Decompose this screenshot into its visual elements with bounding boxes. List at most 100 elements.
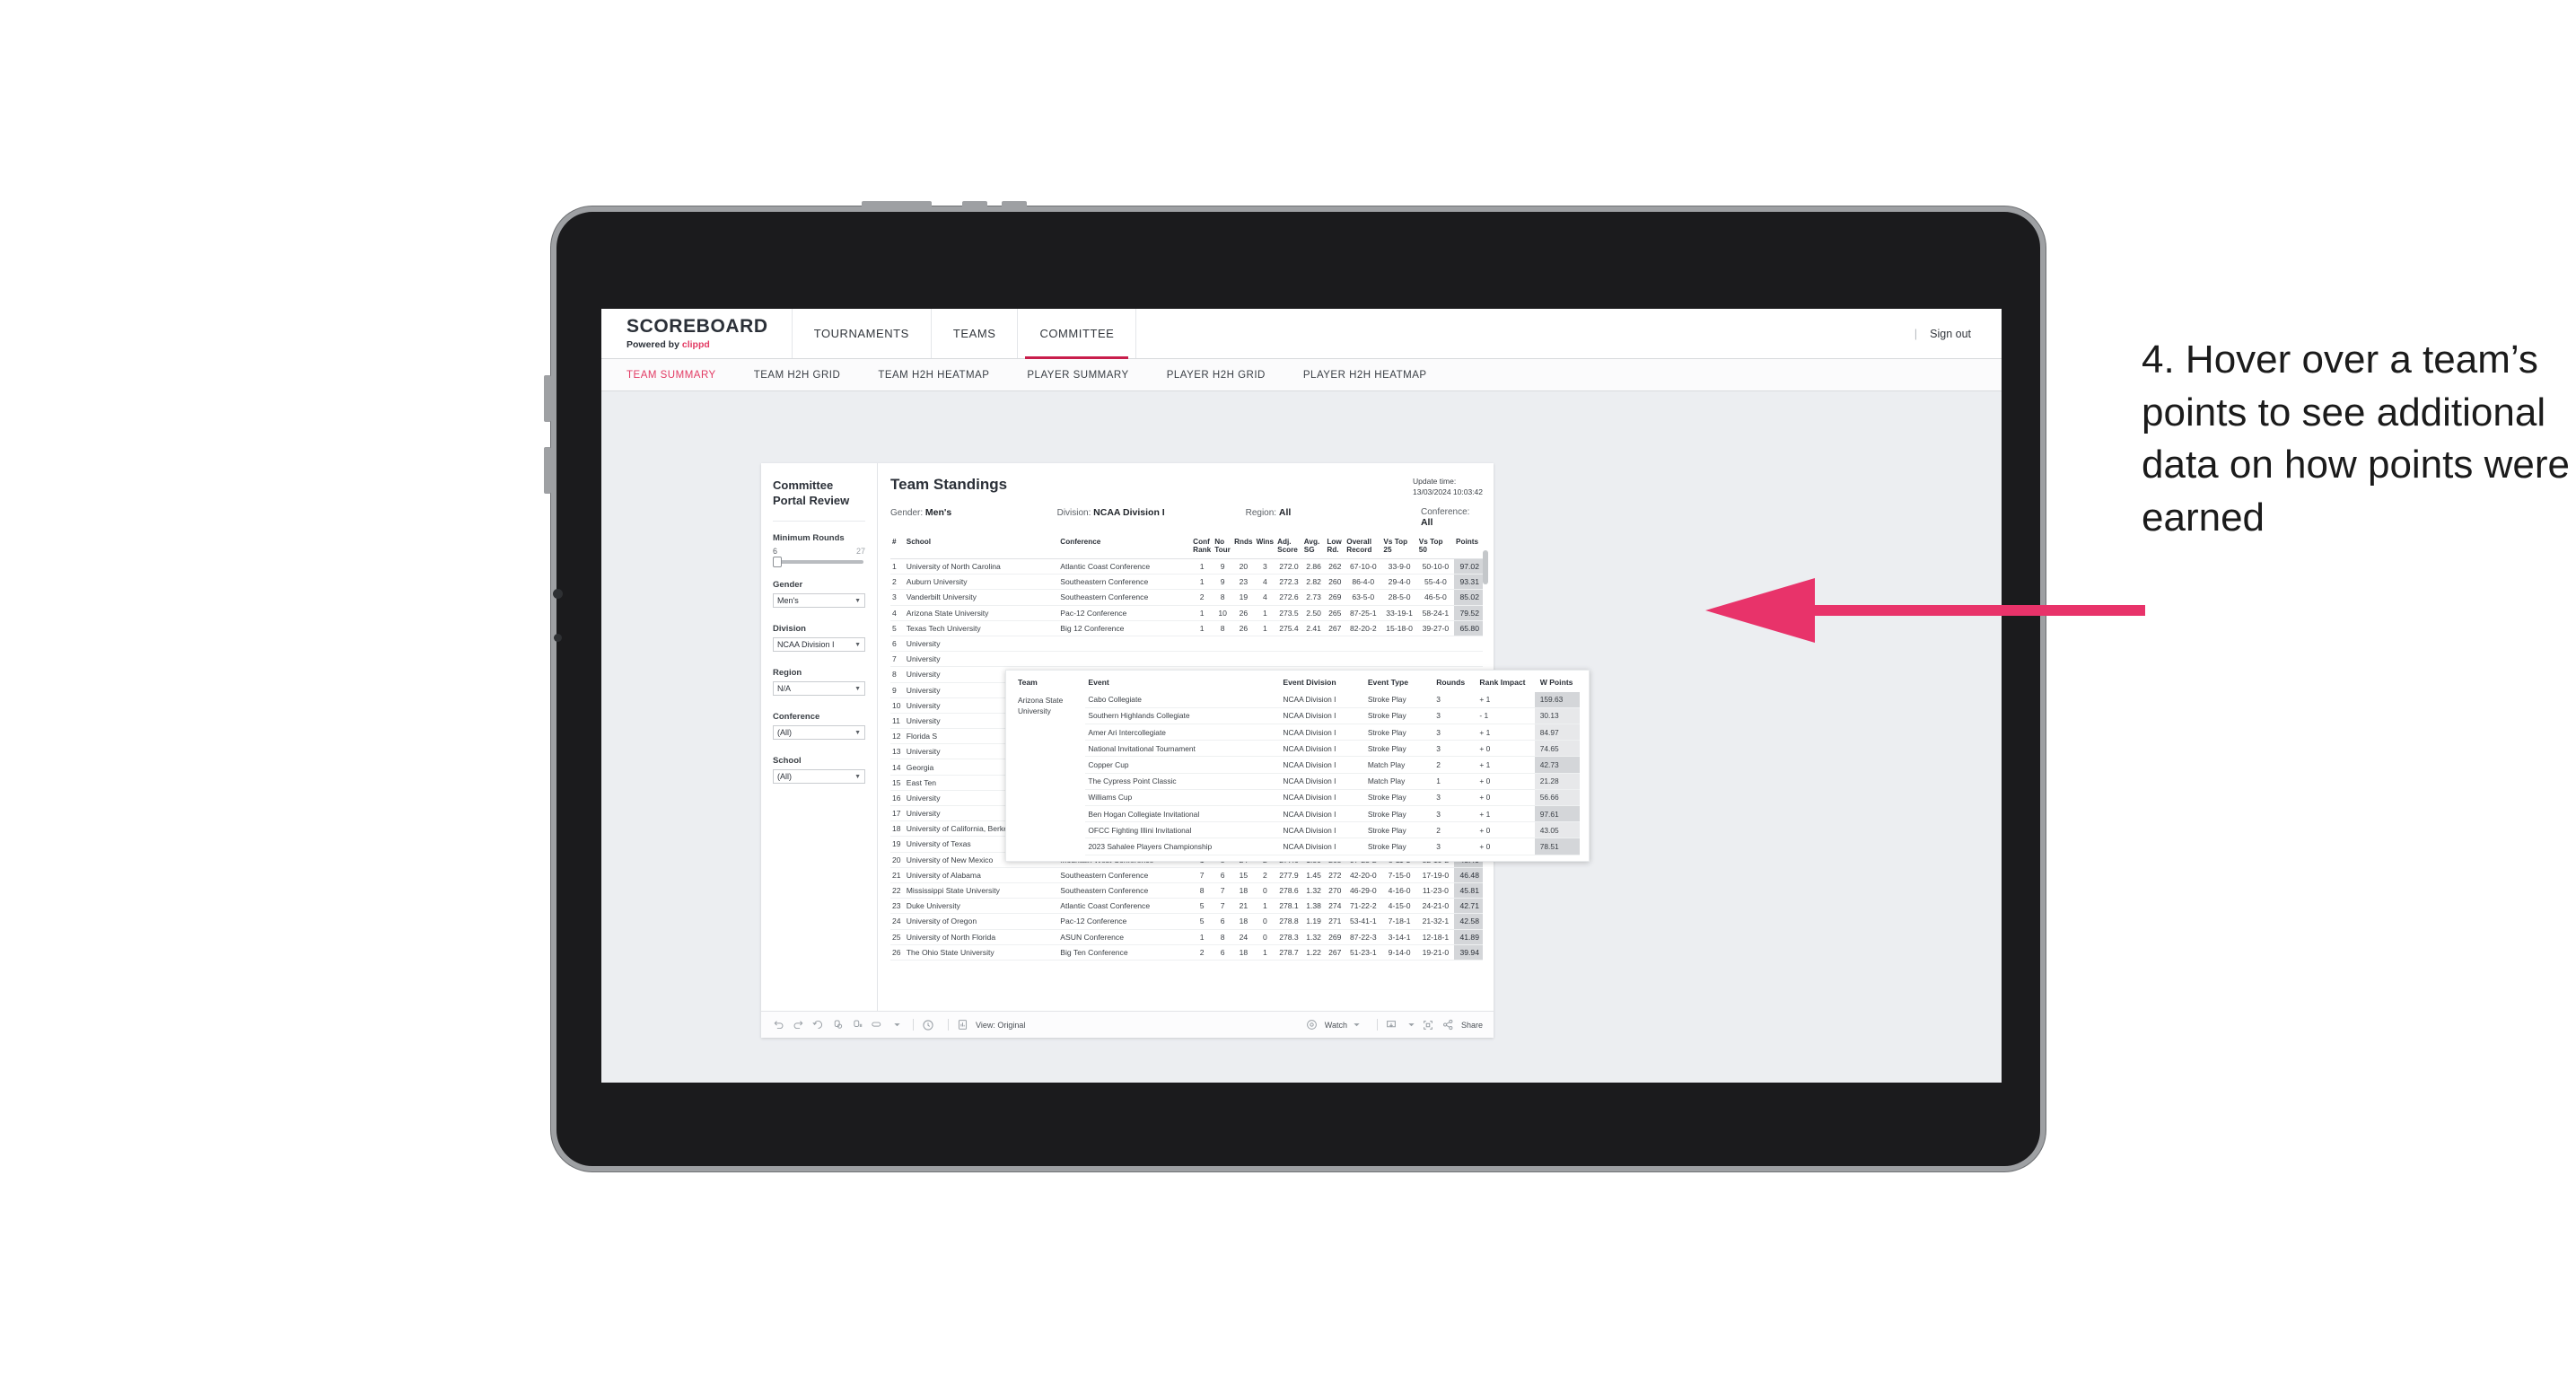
standings-col-header[interactable]: Rnds bbox=[1232, 537, 1255, 559]
filter-gender: Gender Men's ▼ bbox=[773, 580, 865, 609]
standings-cell-points[interactable]: 65.80 bbox=[1454, 620, 1483, 636]
standings-col-header[interactable]: Overall Record bbox=[1345, 537, 1382, 559]
standings-cell-avg_sg: 1.38 bbox=[1301, 898, 1326, 915]
standings-cell-points[interactable]: 85.02 bbox=[1454, 589, 1483, 606]
view-original-label[interactable]: View: Original bbox=[976, 1021, 1025, 1030]
tab-player-h2h-heatmap[interactable]: PLAYER H2H HEATMAP bbox=[1303, 370, 1427, 381]
division-value: NCAA Division I bbox=[777, 640, 835, 650]
standings-cell-no_tour: 6 bbox=[1213, 867, 1233, 883]
tab-team-h2h-heatmap[interactable]: TEAM H2H HEATMAP bbox=[878, 370, 989, 381]
volume-down-button[interactable] bbox=[544, 447, 551, 494]
fullscreen-icon[interactable] bbox=[1422, 1018, 1435, 1031]
standings-cell-points[interactable]: 93.31 bbox=[1454, 574, 1483, 591]
conference-select[interactable]: (All) ▼ bbox=[773, 725, 865, 741]
slider-thumb[interactable] bbox=[773, 557, 782, 568]
pause-data-icon[interactable] bbox=[851, 1018, 864, 1031]
standings-cell-vs50: 55-4-0 bbox=[1416, 574, 1454, 591]
table-row[interactable]: 5 Texas Tech University Big 12 Conference 1… bbox=[890, 620, 1483, 636]
standings-cell-conf_rank bbox=[1191, 636, 1214, 653]
standings-col-header[interactable]: School bbox=[904, 537, 1059, 559]
standings-cell-rank: 1 bbox=[890, 558, 905, 575]
standings-cell-points[interactable]: 46.48 bbox=[1454, 867, 1483, 883]
redo-icon[interactable] bbox=[792, 1018, 805, 1031]
table-row[interactable]: 7 University bbox=[890, 651, 1483, 668]
refresh-data-icon[interactable] bbox=[831, 1018, 845, 1031]
tooltip-cell-event: National Invitational Tournament bbox=[1085, 740, 1281, 758]
share-icon[interactable] bbox=[1441, 1018, 1455, 1031]
standings-cell-overall bbox=[1345, 651, 1382, 668]
standings-col-header[interactable]: Low Rd. bbox=[1325, 537, 1345, 559]
table-row[interactable]: 3 Vanderbilt University Southeastern Confe… bbox=[890, 589, 1483, 606]
table-row[interactable]: 22 Mississippi State University Southeaste… bbox=[890, 882, 1483, 899]
table-row[interactable]: 23 Duke University Atlantic Coast Conferen… bbox=[890, 898, 1483, 915]
chevron-down-icon[interactable] bbox=[890, 1018, 904, 1031]
watch-icon[interactable] bbox=[1305, 1018, 1319, 1031]
division-select[interactable]: NCAA Division I ▼ bbox=[773, 637, 865, 653]
standings-col-header[interactable]: Points bbox=[1454, 537, 1483, 559]
standings-cell-points[interactable]: 41.89 bbox=[1454, 929, 1483, 945]
power-button[interactable] bbox=[862, 201, 932, 208]
standings-col-header[interactable]: Conference bbox=[1058, 537, 1192, 559]
standings-col-header[interactable]: # bbox=[890, 537, 905, 559]
table-row[interactable]: 24 University of Oregon Pac-12 Conference 5… bbox=[890, 913, 1483, 930]
tooltip-cell-rounds: 3 bbox=[1433, 838, 1477, 855]
standings-cell-points[interactable]: 42.58 bbox=[1454, 913, 1483, 930]
standings-cell-points[interactable]: 42.71 bbox=[1454, 898, 1483, 915]
download-icon[interactable] bbox=[1385, 1018, 1398, 1031]
tab-player-h2h-grid[interactable]: PLAYER H2H GRID bbox=[1167, 370, 1266, 381]
standings-col-header[interactable]: Avg. SG bbox=[1301, 537, 1326, 559]
standings-col-header[interactable]: Vs Top 50 bbox=[1416, 537, 1454, 559]
standings-cell-points[interactable]: 79.52 bbox=[1454, 605, 1483, 621]
standings-cell-conf_rank: 5 bbox=[1191, 913, 1214, 930]
region-select[interactable]: N/A ▼ bbox=[773, 681, 865, 697]
signout-link[interactable]: Sign out bbox=[1930, 328, 1971, 340]
standings-cell-overall: 51-23-1 bbox=[1345, 944, 1382, 961]
nav-item-committee[interactable]: COMMITTEE bbox=[1018, 309, 1137, 359]
standings-cell-points[interactable]: 45.81 bbox=[1454, 882, 1483, 899]
standings-cell-wins: 0 bbox=[1254, 913, 1276, 930]
standings-cell-rank: 21 bbox=[890, 867, 905, 883]
history-clock-icon[interactable] bbox=[921, 1018, 934, 1031]
undo-icon[interactable] bbox=[772, 1018, 785, 1031]
standings-col-header[interactable]: No Tour bbox=[1213, 537, 1233, 559]
school-select[interactable]: (All) ▼ bbox=[773, 769, 865, 785]
volume-up-button[interactable] bbox=[544, 375, 551, 422]
share-label[interactable]: Share bbox=[1461, 1021, 1483, 1030]
view-icon[interactable] bbox=[956, 1018, 969, 1031]
table-row[interactable]: 4 Arizona State University Pac-12 Conferen… bbox=[890, 605, 1483, 621]
tooltip-cell-wpoints: 43.05 bbox=[1534, 821, 1580, 839]
points-hover-tooltip: Team Event Event Division Event Type Rounds R… bbox=[1005, 669, 1590, 862]
tab-team-summary[interactable]: TEAM SUMMARY bbox=[626, 370, 716, 381]
chevron-down-icon[interactable] bbox=[1405, 1018, 1418, 1031]
revert-icon[interactable] bbox=[811, 1018, 825, 1031]
standings-col-header[interactable]: Vs Top 25 bbox=[1381, 537, 1417, 559]
table-row[interactable]: 6 University bbox=[890, 636, 1483, 653]
standings-col-header[interactable]: Wins bbox=[1254, 537, 1276, 559]
standings-cell-points[interactable] bbox=[1454, 636, 1483, 653]
points-scrollbar[interactable] bbox=[1483, 549, 1488, 584]
nav-item-tournaments[interactable]: TOURNAMENTS bbox=[793, 309, 932, 358]
gender-select[interactable]: Men's ▼ bbox=[773, 593, 865, 609]
standings-cell-points[interactable]: 97.02 bbox=[1454, 558, 1483, 575]
chevron-down-icon[interactable] bbox=[1350, 1018, 1363, 1031]
device-layout-icon[interactable] bbox=[871, 1018, 884, 1031]
standings-cell-rank: 2 bbox=[890, 574, 905, 591]
table-row[interactable]: 2 Auburn University Southeastern Conferenc… bbox=[890, 574, 1483, 591]
standings-cell-points[interactable]: 39.94 bbox=[1454, 944, 1483, 961]
watch-label[interactable]: Watch bbox=[1325, 1021, 1347, 1030]
tab-team-h2h-grid[interactable]: TEAM H2H GRID bbox=[754, 370, 841, 381]
standings-cell-low_rd: 269 bbox=[1325, 929, 1345, 945]
brand-logo[interactable]: SCOREBOARD Powered by clippd bbox=[601, 309, 793, 358]
minimum-rounds-slider[interactable] bbox=[773, 557, 863, 568]
standings-col-header[interactable]: Conf Rank bbox=[1191, 537, 1214, 559]
tooltip-cell-rounds: 3 bbox=[1433, 707, 1477, 725]
table-row[interactable]: 25 University of North Florida ASUN Confer… bbox=[890, 929, 1483, 945]
table-row[interactable]: 1 University of North Carolina Atlantic Co… bbox=[890, 558, 1483, 575]
table-row[interactable]: 26 The Ohio State University Big Ten Confe… bbox=[890, 944, 1483, 961]
tab-player-summary[interactable]: PLAYER SUMMARY bbox=[1027, 370, 1128, 381]
table-row[interactable]: 21 University of Alabama Southeastern Conf… bbox=[890, 867, 1483, 883]
standings-cell-overall: 87-22-3 bbox=[1345, 929, 1382, 945]
nav-item-teams[interactable]: TEAMS bbox=[932, 309, 1019, 358]
standings-col-header[interactable]: Adj. Score bbox=[1275, 537, 1302, 559]
standings-cell-points[interactable] bbox=[1454, 651, 1483, 668]
